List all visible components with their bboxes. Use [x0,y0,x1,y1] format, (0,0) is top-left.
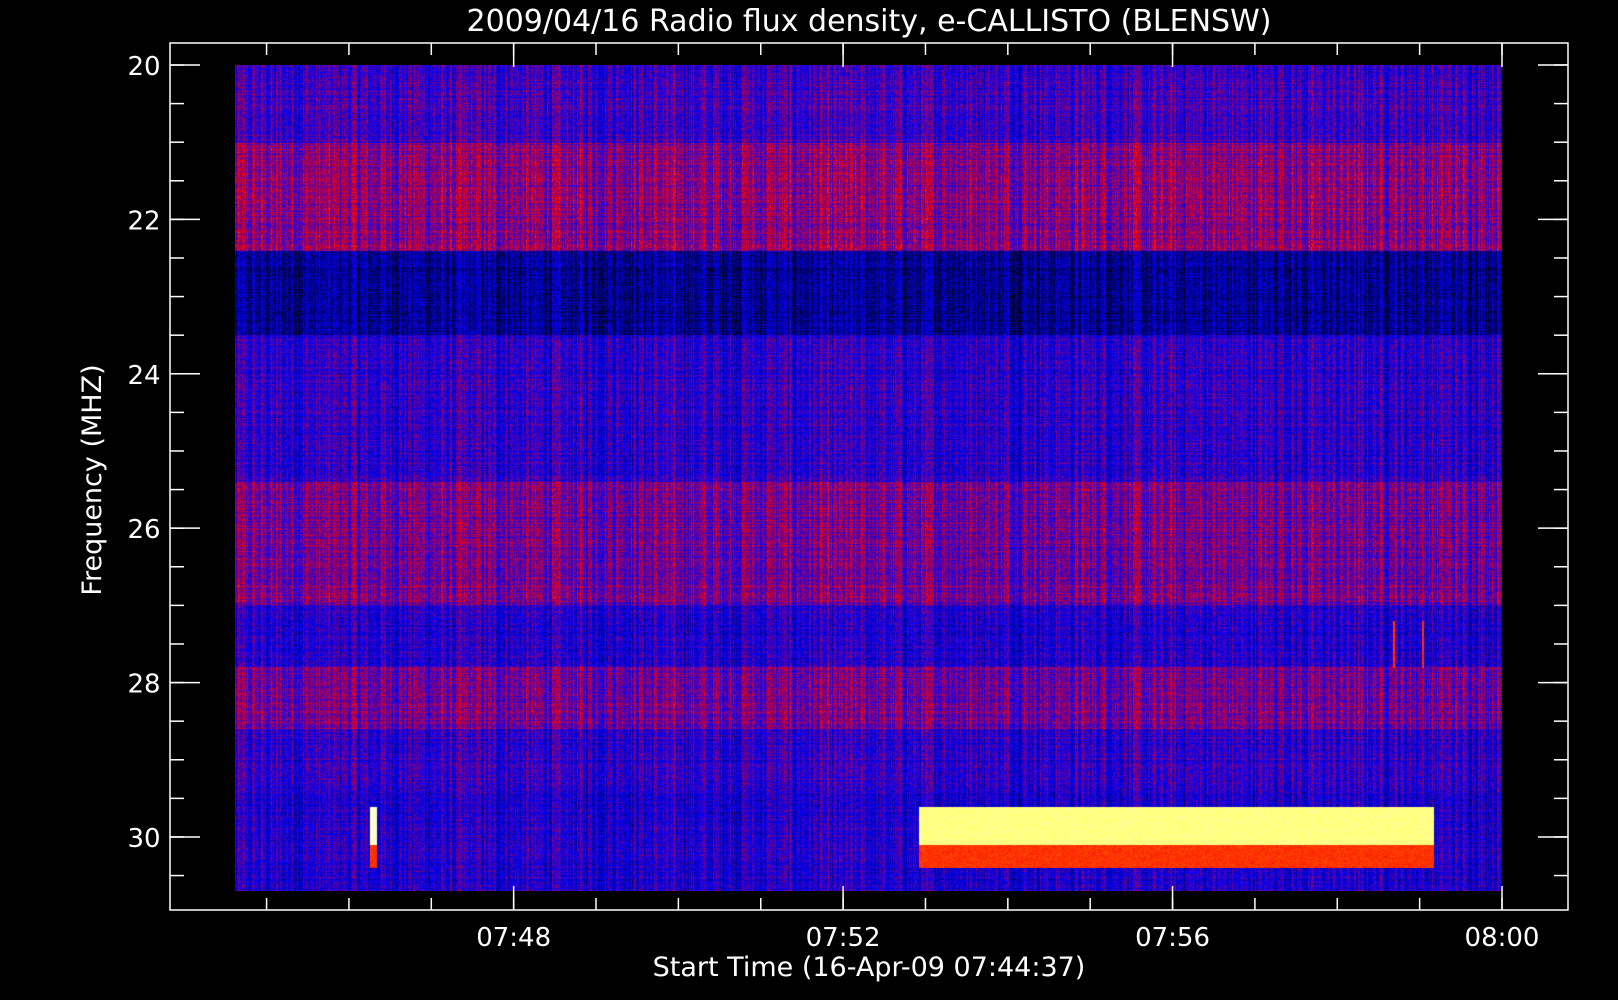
x-tick-label: 07:52 [806,923,881,953]
y-tick-label: 26 [127,515,160,545]
y-tick-label: 20 [127,52,160,82]
y-tick-label: 24 [127,361,160,391]
x-axis-tick-labels: 07:48 07:52 07:56 08:00 [476,923,1539,953]
chart-title: 2009/04/16 Radio flux density, e-CALLIST… [467,4,1272,39]
x-tick-label: 08:00 [1465,923,1540,953]
y-axis-tick-labels: 20 22 24 26 28 30 [127,52,160,854]
x-tick-label: 07:56 [1135,923,1210,953]
y-tick-label: 22 [127,206,160,236]
y-tick-label: 30 [127,824,160,854]
heatmap-raster [235,65,1502,891]
spectrogram-chart: 2009/04/16 Radio flux density, e-CALLIST… [77,4,1569,983]
y-tick-label: 28 [127,670,160,700]
x-axis-label: Start Time (16-Apr-09 07:44:37) [653,952,1086,983]
heatmap-image [235,65,1502,891]
x-tick-label: 07:48 [476,923,551,953]
y-axis-label: Frequency (MHZ) [77,364,108,595]
